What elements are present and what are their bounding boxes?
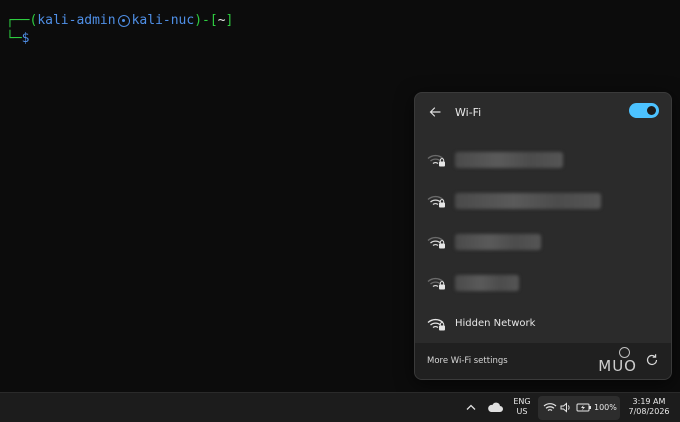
wifi-secured-icon [427, 195, 445, 207]
prompt-line-2: └─ $ [6, 30, 680, 48]
network-name-blurred [455, 192, 601, 209]
wifi-flyout-header: Wi-Fi [415, 93, 671, 131]
network-name-blurred [455, 151, 563, 168]
chevron-up-icon[interactable] [466, 403, 476, 411]
prompt-separator: )-[ [194, 13, 218, 28]
refresh-icon[interactable] [645, 353, 659, 367]
network-name-blurred [455, 274, 519, 291]
battery-percentage: 100% [594, 403, 617, 412]
network-item[interactable] [415, 262, 671, 303]
quick-settings-tray[interactable]: 100% [538, 396, 620, 420]
prompt-line-1: ┌──(kali-admin kali-nuc)-[~] [6, 12, 680, 30]
network-item[interactable] [415, 221, 671, 262]
wifi-flyout-footer: More Wi-Fi settings MUO [415, 343, 671, 379]
muo-watermark-text: MUO [598, 357, 637, 375]
network-item[interactable] [415, 139, 671, 180]
back-button[interactable] [427, 104, 443, 120]
wifi-secured-icon [427, 154, 445, 166]
wifi-flyout: Wi-Fi Hidden Network More Wi-Fi settings… [414, 92, 672, 380]
clock-time: 3:19 AM [632, 397, 666, 406]
prompt-user: kali-admin [37, 13, 116, 28]
network-item[interactable]: Hidden Network [415, 303, 671, 344]
wifi-secured-icon [427, 277, 445, 289]
prompt-corner: └─ [6, 31, 22, 46]
kali-skull-icon [117, 15, 130, 27]
keyboard-region: US [516, 407, 528, 416]
wifi-secured-icon [427, 318, 445, 330]
clock[interactable]: 3:19 AM 7/08/2026 [622, 397, 676, 417]
battery-charging-icon [576, 403, 591, 412]
wifi-icon [543, 403, 557, 412]
clock-date: 7/08/2026 [628, 407, 670, 416]
more-wifi-settings-link[interactable]: More Wi-Fi settings [427, 356, 508, 366]
prompt-host: kali-nuc [131, 13, 195, 28]
prompt-bracket-open: ┌──( [6, 13, 38, 28]
language-indicator[interactable]: ENG US [510, 397, 534, 417]
network-name-blurred [455, 233, 541, 250]
arrow-left-icon [429, 107, 441, 117]
volume-icon [560, 402, 570, 413]
wifi-secured-icon [427, 236, 445, 248]
wifi-toggle[interactable] [629, 103, 659, 118]
taskbar: ENG US 100% 3:19 AM 7/08/2026 [0, 392, 680, 422]
prompt-cwd: ~ [217, 13, 226, 28]
language-code: ENG [513, 397, 531, 406]
onedrive-cloud-icon[interactable] [487, 402, 503, 413]
network-name: Hidden Network [455, 318, 536, 329]
network-item[interactable] [415, 180, 671, 221]
network-list: Hidden Network [415, 131, 671, 344]
prompt-symbol: $ [21, 31, 30, 46]
muo-watermark: MUO [598, 347, 637, 375]
prompt-bracket-close: ] [225, 13, 234, 28]
wifi-flyout-title: Wi-Fi [455, 105, 482, 119]
